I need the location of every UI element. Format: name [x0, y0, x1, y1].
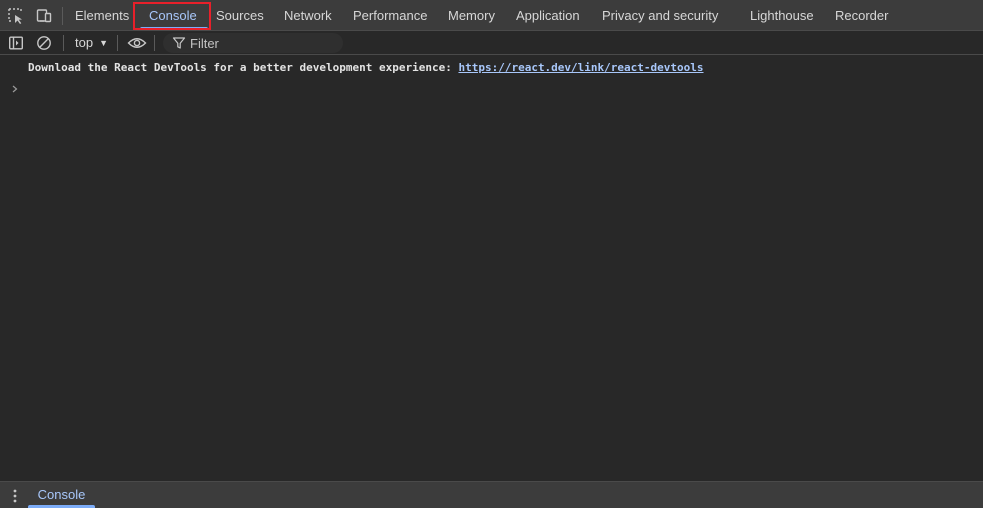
devtools-tab-bar: Elements Console Sources Network Perform… [0, 0, 983, 31]
clear-console-icon[interactable] [34, 33, 54, 53]
context-selector[interactable]: top ▼ [75, 31, 108, 55]
toolbar-divider [62, 7, 63, 25]
react-devtools-link[interactable]: https://react.dev/link/react-devtools [458, 61, 703, 74]
tab-network[interactable]: Network [284, 0, 332, 31]
tab-performance[interactable]: Performance [353, 0, 427, 31]
tab-elements[interactable]: Elements [75, 0, 129, 31]
tab-privacy-and-security[interactable]: Privacy and security [602, 0, 718, 31]
bottom-drawer: Console [0, 481, 983, 508]
toolbar-divider [117, 35, 118, 51]
filter-icon [172, 37, 186, 49]
toolbar-divider [63, 35, 64, 51]
tab-lighthouse[interactable]: Lighthouse [750, 0, 814, 31]
console-message: Download the React DevTools for a better… [28, 61, 704, 74]
tab-recorder[interactable]: Recorder [835, 0, 888, 31]
tab-sources[interactable]: Sources [216, 0, 264, 31]
console-message-text: Download the React DevTools for a better… [28, 61, 459, 74]
dropdown-caret-icon: ▼ [99, 38, 108, 48]
filter-box[interactable] [163, 33, 343, 53]
context-selector-value: top [75, 35, 94, 50]
more-options-kebab-icon[interactable] [8, 488, 22, 504]
live-expression-eye-icon[interactable] [126, 33, 148, 53]
inspect-element-icon[interactable] [6, 6, 26, 26]
console-prompt-chevron-icon[interactable] [10, 84, 20, 94]
tab-application[interactable]: Application [516, 0, 580, 31]
sidebar-toggle-icon[interactable] [6, 33, 26, 53]
toolbar-divider [154, 35, 155, 51]
console-toolbar: top ▼ [0, 31, 983, 55]
tab-memory[interactable]: Memory [448, 0, 495, 31]
device-toolbar-icon[interactable] [34, 6, 54, 26]
console-output[interactable]: Download the React DevTools for a better… [0, 55, 983, 481]
console-tab-highlight [133, 2, 211, 30]
filter-input[interactable] [190, 33, 338, 53]
